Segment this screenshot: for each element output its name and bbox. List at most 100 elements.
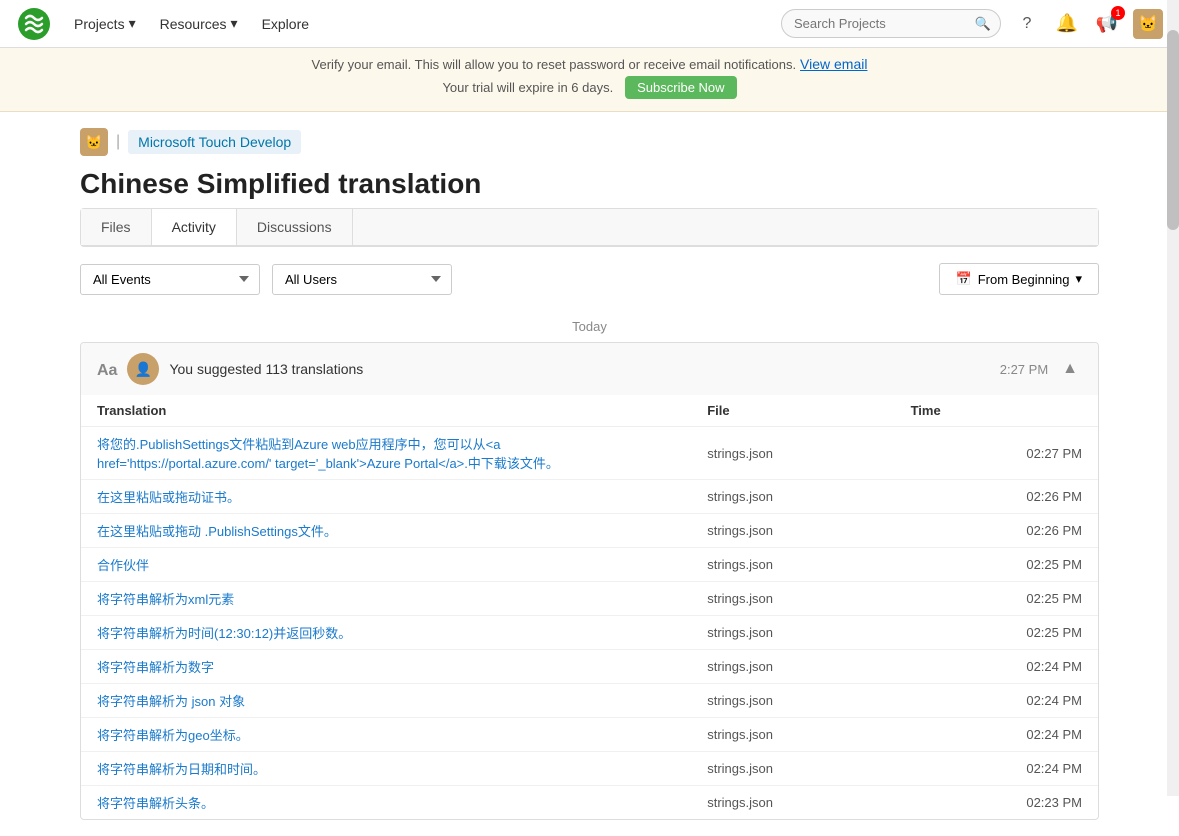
table-row: 将字符串解析头条。 strings.json02:23 PM — [81, 786, 1098, 820]
translation-link[interactable]: 将字符串解析为时间(12:30:12)并返回秒数。 — [97, 626, 351, 641]
translation-link[interactable]: 将您的.PublishSettings文件粘贴到Azure web应用程序中，您… — [97, 437, 559, 471]
file-cell: strings.json — [691, 514, 894, 548]
verify-bar: Verify your email. This will allow you t… — [0, 48, 1179, 112]
breadcrumb-separator: | — [116, 133, 120, 151]
messages-button[interactable]: 📢 1 — [1093, 10, 1121, 38]
translation-link[interactable]: 合作伙伴 — [97, 558, 149, 573]
breadcrumb: 🐱 | Microsoft Touch Develop — [0, 112, 1179, 156]
user-photo: 👤 — [135, 361, 152, 378]
chevron-down-icon: ▾ — [231, 15, 238, 32]
table-row: 将字符串解析为 json 对象 strings.json02:24 PM — [81, 684, 1098, 718]
table-row: 将字符串解析为geo坐标。 strings.json02:24 PM — [81, 718, 1098, 752]
trial-text: Your trial will expire in 6 days. — [442, 80, 613, 95]
search-input[interactable] — [781, 9, 1001, 38]
translation-link[interactable]: 在这里粘贴或拖动证书。 — [97, 490, 240, 505]
col-header-translation: Translation — [81, 395, 691, 427]
file-cell: strings.json — [691, 718, 894, 752]
time-cell: 02:24 PM — [895, 752, 1098, 786]
activity-entry: Aa 👤 You suggested 113 translations 2:27… — [80, 342, 1099, 820]
translation-link[interactable]: 将字符串解析为数字 — [97, 660, 214, 675]
time-cell: 02:24 PM — [895, 718, 1098, 752]
translation-link[interactable]: 在这里粘贴或拖动 .PublishSettings文件。 — [97, 524, 337, 539]
events-filter[interactable]: All Events — [80, 264, 260, 295]
translation-link[interactable]: 将字符串解析为geo坐标。 — [97, 728, 249, 743]
translation-table: Translation File Time 将您的.PublishSetting… — [81, 395, 1098, 819]
nav-projects[interactable]: Projects ▾ — [64, 9, 146, 38]
nav-explore[interactable]: Explore — [252, 10, 319, 38]
date-filter-label: From Beginning — [978, 272, 1070, 287]
avatar-image: 🐱 — [1138, 14, 1158, 34]
notifications-button[interactable]: 🔔 — [1053, 10, 1081, 38]
nav-icons: ? 🔔 📢 1 🐱 — [1013, 9, 1163, 39]
time-cell: 02:26 PM — [895, 514, 1098, 548]
activity-description: You suggested 113 translations — [169, 361, 989, 377]
file-cell: strings.json — [691, 752, 894, 786]
table-row: 在这里粘贴或拖动证书。 strings.json02:26 PM — [81, 480, 1098, 514]
help-button[interactable]: ? — [1013, 10, 1041, 38]
chevron-down-icon: ▾ — [1075, 271, 1082, 287]
file-cell: strings.json — [691, 548, 894, 582]
translation-link[interactable]: 将字符串解析头条。 — [97, 796, 214, 811]
time-cell: 02:24 PM — [895, 650, 1098, 684]
table-row: 将字符串解析为日期和时间。 strings.json02:24 PM — [81, 752, 1098, 786]
col-header-file: File — [691, 395, 894, 427]
page-title: Chinese Simplified translation — [0, 156, 1179, 208]
notification-badge: 1 — [1111, 6, 1125, 20]
scrollbar-thumb[interactable] — [1167, 30, 1179, 230]
file-cell: strings.json — [691, 582, 894, 616]
nav-resources[interactable]: Resources ▾ — [150, 9, 248, 38]
activity-header: Aa 👤 You suggested 113 translations 2:27… — [81, 343, 1098, 395]
search-icon: 🔍 — [975, 16, 991, 32]
table-row: 将字符串解析为数字 strings.json02:24 PM — [81, 650, 1098, 684]
subscribe-button[interactable]: Subscribe Now — [625, 76, 736, 99]
trial-bar: Your trial will expire in 6 days. Subscr… — [16, 72, 1163, 103]
project-avatar: 🐱 — [85, 134, 102, 151]
time-cell: 02:26 PM — [895, 480, 1098, 514]
time-cell: 02:24 PM — [895, 684, 1098, 718]
table-row: 将您的.PublishSettings文件粘贴到Azure web应用程序中，您… — [81, 427, 1098, 480]
date-filter-button[interactable]: 📅 From Beginning ▾ — [939, 263, 1100, 295]
calendar-icon: 📅 — [956, 271, 972, 287]
date-group-label: Today — [80, 311, 1099, 342]
translation-link[interactable]: 将字符串解析为xml元素 — [97, 592, 234, 607]
users-filter[interactable]: All Users — [272, 264, 452, 295]
time-cell: 02:25 PM — [895, 616, 1098, 650]
file-cell: strings.json — [691, 786, 894, 820]
translation-type-icon: Aa — [97, 359, 117, 380]
file-cell: strings.json — [691, 427, 894, 480]
bell-icon: 🔔 — [1056, 13, 1078, 34]
tabs-container: Files Activity Discussions — [80, 208, 1099, 247]
nav-links: Projects ▾ Resources ▾ Explore — [64, 9, 319, 38]
table-row: 合作伙伴 strings.json02:25 PM — [81, 548, 1098, 582]
activity-area: Today Aa 👤 You suggested 113 translation… — [0, 311, 1179, 820]
breadcrumb-project-link[interactable]: Microsoft Touch Develop — [128, 130, 301, 154]
tab-activity[interactable]: Activity — [152, 209, 237, 245]
time-cell: 02:23 PM — [895, 786, 1098, 820]
help-icon: ? — [1023, 15, 1032, 33]
time-cell: 02:25 PM — [895, 548, 1098, 582]
file-cell: strings.json — [691, 684, 894, 718]
translation-link[interactable]: 将字符串解析为日期和时间。 — [97, 762, 266, 777]
time-cell: 02:27 PM — [895, 427, 1098, 480]
time-cell: 02:25 PM — [895, 582, 1098, 616]
top-navigation: Projects ▾ Resources ▾ Explore 🔍 ? 🔔 📢 1… — [0, 0, 1179, 48]
table-row: 在这里粘贴或拖动 .PublishSettings文件。 strings.json… — [81, 514, 1098, 548]
app-logo[interactable] — [16, 6, 52, 42]
activity-time: 2:27 PM — [1000, 362, 1048, 377]
collapse-button[interactable]: ▲ — [1058, 356, 1082, 382]
tab-files[interactable]: Files — [81, 209, 152, 245]
search-container: 🔍 — [781, 9, 1001, 38]
col-header-time: Time — [895, 395, 1098, 427]
view-email-link[interactable]: View email — [800, 56, 867, 72]
verify-text-row: Verify your email. This will allow you t… — [16, 56, 1163, 72]
tab-discussions[interactable]: Discussions — [237, 209, 353, 245]
file-cell: strings.json — [691, 650, 894, 684]
file-cell: strings.json — [691, 480, 894, 514]
activity-user-avatar[interactable]: 👤 — [127, 353, 159, 385]
table-row: 将字符串解析为时间(12:30:12)并返回秒数。strings.json02:… — [81, 616, 1098, 650]
chevron-down-icon: ▾ — [129, 15, 136, 32]
scrollbar-track[interactable] — [1167, 0, 1179, 796]
translation-link[interactable]: 将字符串解析为 json 对象 — [97, 694, 245, 709]
filters-row: All Events All Users 📅 From Beginning ▾ — [0, 247, 1179, 311]
user-avatar[interactable]: 🐱 — [1133, 9, 1163, 39]
